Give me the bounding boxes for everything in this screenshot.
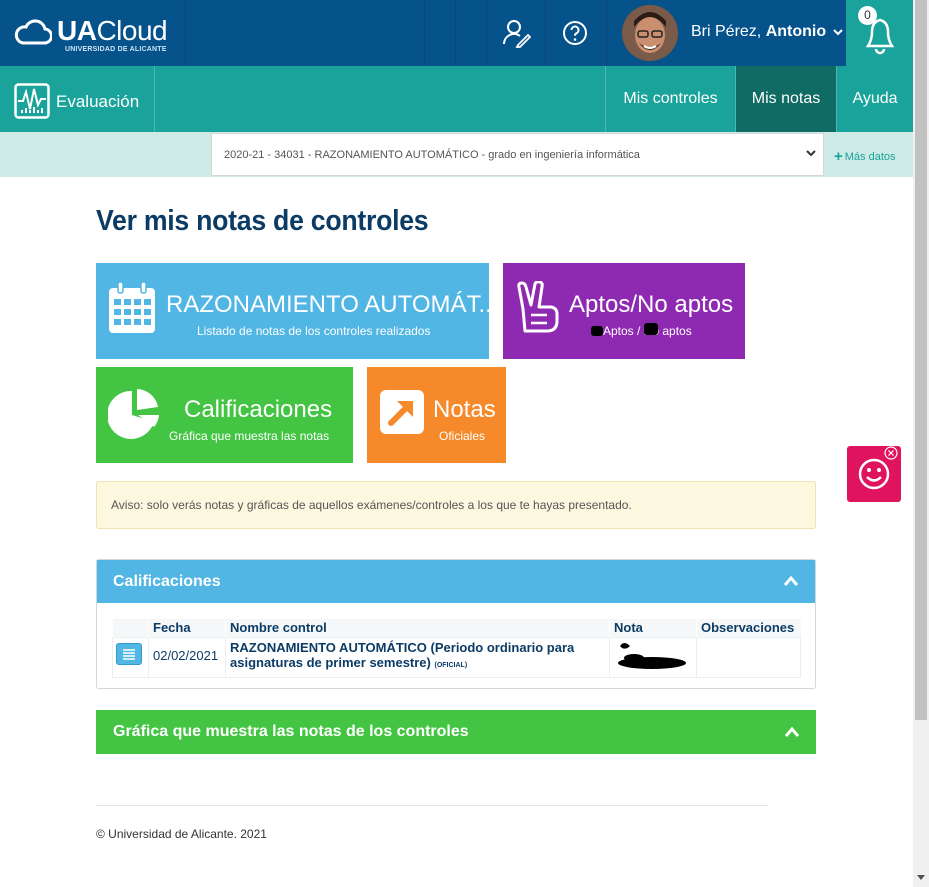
chevron-up-icon[interactable] — [783, 575, 799, 587]
footer-text: © Universidad de Alicante. 2021 — [96, 827, 267, 841]
notification-count: 0 — [858, 6, 877, 25]
vertical-scrollbar[interactable] — [913, 0, 929, 887]
bell-icon — [865, 18, 895, 55]
chevron-down-icon — [806, 150, 816, 157]
tile-calificaciones[interactable]: Calificaciones Gráfica que muestra las n… — [96, 367, 353, 463]
tile-aptos[interactable]: Aptos/No aptos Aptos / No aptos — [503, 263, 745, 359]
nav-ayuda[interactable]: Ayuda — [836, 66, 913, 132]
table-row: 02/02/2021 RAZONAMIENTO AUTOMÁTICO (Peri… — [112, 636, 801, 678]
grades-panel: Calificaciones Fecha Nombre control Nota… — [96, 559, 816, 689]
tile-title: Calificaciones — [184, 396, 333, 423]
tile-title: Notas — [433, 396, 496, 423]
user-name: Bri Pérez, Antonio — [691, 23, 843, 41]
activity-monitor-icon — [14, 83, 50, 119]
top-bar: UACloud UNIVERSIDAD DE ALICANTE Bri Pére… — [0, 0, 913, 66]
tile-title: RAZONAMIENTO AUTOMÁT... — [166, 291, 489, 318]
tile-subject-grades[interactable]: RAZONAMIENTO AUTOMÁT... Listado de notas… — [96, 263, 489, 359]
smiley-icon — [858, 458, 890, 490]
brand-subtitle: UNIVERSIDAD DE ALICANTE — [65, 46, 167, 53]
details-button[interactable] — [116, 642, 142, 665]
help-icon[interactable] — [557, 15, 593, 51]
uacloud-logo[interactable]: UACloud UNIVERSIDAD DE ALICANTE — [0, 0, 186, 66]
page-title: Ver mis notas de controles — [96, 205, 429, 237]
redacted-grade — [618, 642, 686, 669]
feedback-widget[interactable] — [847, 446, 901, 502]
hand-peace-icon — [517, 281, 559, 333]
app-nav-bar: Evaluación Mis controles Mis notas Ayuda — [0, 66, 913, 132]
tile-notas-oficiales[interactable]: Notas Oficiales — [367, 367, 506, 463]
chevron-up-icon[interactable] — [784, 726, 800, 738]
chart-panel-header[interactable]: Gráfica que muestra las notas de los con… — [96, 710, 816, 754]
info-alert: Aviso: solo verás notas y gráficas de aq… — [96, 481, 816, 529]
subject-bar: 2020-21 - 34031 - RAZONAMIENTO AUTOMÁTIC… — [0, 132, 913, 177]
brand-name: UACloud — [57, 15, 168, 46]
cell-observaciones — [696, 636, 801, 678]
grades-table: Fecha Nombre control Nota Observaciones … — [112, 619, 801, 678]
avatar — [622, 5, 678, 61]
plus-icon: + — [834, 148, 843, 165]
divider — [424, 0, 425, 66]
chevron-down-icon — [832, 29, 843, 36]
redaction — [644, 323, 658, 335]
tile-subtitle: Oficiales — [439, 429, 486, 443]
col-header: Nombre control — [225, 619, 610, 637]
pie-chart-icon — [108, 389, 159, 439]
tile-title: Aptos/No aptos — [569, 291, 734, 318]
nav-mis-controles[interactable]: Mis controles — [605, 66, 735, 132]
list-icon — [123, 648, 135, 660]
app-name: Evaluación — [56, 92, 140, 111]
divider — [486, 0, 487, 66]
calendar-icon — [109, 281, 155, 333]
footer-divider — [96, 805, 768, 806]
external-link-icon — [380, 390, 424, 434]
divider — [455, 0, 456, 66]
cloud-icon — [14, 19, 52, 45]
tile-subtitle: Listado de notas de los controles realiz… — [197, 324, 431, 338]
nav-mis-notas[interactable]: Mis notas — [735, 66, 836, 132]
alert-text: Aviso: solo verás notas y gráficas de aq… — [111, 498, 632, 512]
user-edit-icon[interactable] — [498, 15, 534, 51]
tile-subtitle: Gráfica que muestra las notas — [169, 429, 330, 443]
tile-subtitle: Aptos / No aptos — [591, 324, 692, 338]
subject-selected-value: 2020-21 - 34031 - RAZONAMIENTO AUTOMÁTIC… — [224, 148, 640, 161]
scroll-down-arrow[interactable] — [917, 875, 925, 880]
panel-title: Calificaciones — [113, 573, 221, 590]
cell-fecha: 02/02/2021 — [148, 636, 226, 678]
cell-control: RAZONAMIENTO AUTOMÁTICO (Periodo ordinar… — [225, 636, 610, 678]
col-header: Observaciones — [696, 619, 801, 637]
col-header: Nota — [609, 619, 697, 637]
col-header: Fecha — [148, 619, 226, 637]
app-home-link[interactable]: Evaluación — [0, 66, 155, 132]
cell-nota — [609, 636, 697, 678]
subject-select[interactable]: 2020-21 - 34031 - RAZONAMIENTO AUTOMÁTIC… — [211, 133, 824, 176]
divider — [545, 0, 546, 66]
user-menu[interactable]: Bri Pérez, Antonio — [606, 0, 846, 66]
more-data-link[interactable]: + Más datos — [834, 147, 896, 165]
scrollbar-thumb[interactable] — [915, 0, 927, 720]
notifications-button[interactable]: 0 — [846, 0, 913, 66]
panel-header[interactable]: Calificaciones — [97, 560, 815, 603]
panel-title: Gráfica que muestra las notas de los con… — [113, 723, 469, 740]
col-header — [112, 619, 149, 637]
